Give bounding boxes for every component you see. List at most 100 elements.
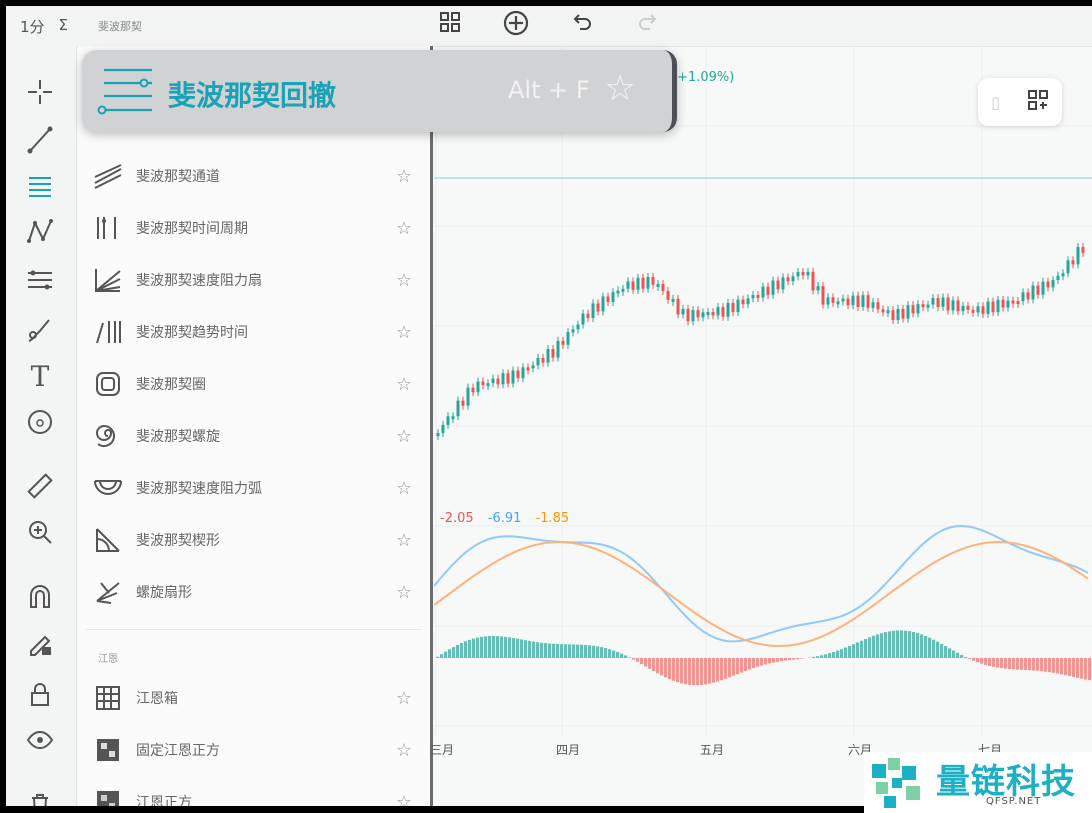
favorite-star-icon[interactable]: ☆ (392, 582, 416, 603)
macd-histogram-bar (516, 638, 520, 658)
lock-icon[interactable] (22, 676, 58, 712)
favorite-star-icon[interactable]: ☆ (392, 270, 416, 291)
crosshair-icon[interactable] (22, 74, 58, 110)
eye-icon[interactable] (22, 722, 58, 758)
menu-item-fib-speed-arcs[interactable]: 斐波那契速度阻力弧 ☆ (86, 466, 424, 510)
favorite-star-icon[interactable]: ☆ (392, 792, 416, 807)
macd-histogram-bar (448, 649, 452, 658)
macd-histogram-bar (840, 649, 844, 658)
macd-histogram-bar (912, 632, 916, 658)
macd-histogram-bar (860, 640, 864, 658)
zoom-in-icon[interactable] (22, 514, 58, 550)
fib-speed-arcs-icon (90, 473, 126, 503)
menu-item-gann-box[interactable]: 江恩箱 ☆ (86, 676, 424, 720)
macd-histogram-bar (716, 658, 720, 682)
menu-item-fib-circles[interactable]: 斐波那契圈 ☆ (86, 362, 424, 406)
macd-histogram-bar (460, 643, 464, 658)
macd-histogram-bar (964, 656, 968, 658)
menu-item-label: 江恩正方 (136, 795, 192, 806)
menu-item-label: 螺旋扇形 (136, 585, 192, 601)
menu-item-fib-channel[interactable]: 斐波那契通道 ☆ (86, 154, 424, 198)
macd-histogram-bar (880, 633, 884, 658)
macd-histogram-bar (820, 655, 824, 658)
macd-histogram-bar (896, 630, 900, 658)
favorite-star-icon[interactable]: ☆ (392, 166, 416, 187)
macd-histogram-bar (592, 645, 596, 658)
gann-box-icon (90, 683, 126, 713)
favorite-star-icon[interactable]: ☆ (392, 374, 416, 395)
indicators-button[interactable]: Σ (59, 16, 68, 37)
fib-retracement-label: 斐波那契回撤 (168, 79, 337, 112)
macd-histogram-bar (600, 647, 604, 658)
macd-histogram-bar (476, 637, 480, 658)
macd-histogram-bar (696, 658, 700, 686)
fib-retracement-item-highlighted[interactable]: 斐波那契回撤 Alt + F ☆ (82, 50, 677, 132)
redo-icon[interactable] (632, 10, 664, 42)
macd-histogram-bar (1084, 658, 1088, 680)
lock-drawing-icon[interactable] (22, 626, 58, 662)
macd-histogram-bar (844, 647, 848, 658)
object-tree-icon[interactable] (1027, 89, 1049, 115)
macd-histogram-bar (436, 656, 440, 658)
layout-grid-icon[interactable] (434, 10, 466, 42)
fib-spiral-icon (90, 421, 126, 451)
macd-histogram-bar (548, 643, 552, 658)
favorite-star-icon[interactable]: ☆ (392, 322, 416, 343)
macd-histogram-bar (856, 642, 860, 658)
trendline-icon[interactable] (22, 122, 58, 158)
menu-item-gann-square-fixed[interactable]: 固定江恩正方 ☆ (86, 728, 424, 772)
menu-item-fib-spiral[interactable]: 斐波那契螺旋 ☆ (86, 414, 424, 458)
menu-item-fib-wedge[interactable]: 斐波那契楔形 ☆ (86, 518, 424, 562)
favorite-star-icon[interactable]: ☆ (392, 688, 416, 709)
macd-histogram-bar (956, 652, 960, 658)
macd-histogram-bar (520, 639, 524, 658)
favorite-star-icon[interactable]: ☆ (392, 740, 416, 761)
macd-histogram-bar (576, 644, 580, 658)
macd-histogram-bar (452, 647, 456, 658)
trash-icon[interactable] (22, 786, 58, 806)
fib-retracement-icon[interactable] (22, 168, 58, 204)
macd-histogram-bar (976, 658, 980, 663)
undo-icon[interactable] (566, 10, 598, 42)
favorite-star-icon[interactable]: ☆ (392, 426, 416, 447)
chart-view-buttons: ▯ (978, 78, 1062, 126)
macd-histogram-bar (932, 639, 936, 658)
favorite-star-icon[interactable]: ☆ (392, 478, 416, 499)
chart-toggle-icon[interactable]: ▯ (991, 93, 1000, 112)
top-toolbar: 1分 Σ 斐波那契 (6, 6, 1092, 47)
ruler-icon[interactable] (22, 468, 58, 504)
macd-histogram-bar (1020, 658, 1024, 670)
macd-histogram-bar (764, 658, 768, 665)
macd-histogram-bar (728, 658, 732, 678)
menu-divider (86, 629, 422, 630)
price-chart[interactable] (434, 46, 1092, 806)
macd-histogram-bar (1028, 658, 1032, 671)
macd-histogram-bar (996, 658, 1000, 668)
macd-histogram-bar (1036, 658, 1040, 671)
favorite-star-icon[interactable]: ☆ (604, 68, 636, 109)
macd-histogram-bar (900, 630, 904, 658)
favorite-star-icon[interactable]: ☆ (392, 530, 416, 551)
x-tick-label: 三月 (430, 743, 455, 757)
macd-histogram-bar (868, 637, 872, 658)
menu-item-pitchfan[interactable]: 螺旋扇形 ☆ (86, 570, 424, 614)
emoji-icon[interactable] (22, 404, 58, 440)
menu-item-fib-trend-time[interactable]: 斐波那契趋势时间 ☆ (86, 310, 424, 354)
macd-histogram-bar (652, 658, 656, 672)
favorite-star-icon[interactable]: ☆ (392, 218, 416, 239)
brush-icon[interactable] (22, 312, 58, 348)
macd-histogram-bar (1040, 658, 1044, 672)
macd-histogram-bar (1044, 658, 1048, 672)
pattern-icon[interactable] (22, 214, 58, 250)
channel-icon[interactable] (22, 262, 58, 298)
menu-item-fib-time-zone[interactable]: 斐波那契时间周期 ☆ (86, 206, 424, 250)
macd-histogram-bar (888, 631, 892, 658)
interval-button[interactable]: 1分 (20, 16, 45, 37)
menu-item-gann-square[interactable]: 江恩正方 ☆ (86, 780, 424, 806)
text-icon[interactable]: T (22, 358, 58, 394)
macd-histogram-bar (972, 658, 976, 661)
macd-histogram-bar (684, 658, 688, 685)
add-circle-icon[interactable] (500, 10, 532, 42)
magnet-icon[interactable] (22, 578, 58, 614)
menu-item-fib-speed-fan[interactable]: 斐波那契速度阻力扇 ☆ (86, 258, 424, 302)
